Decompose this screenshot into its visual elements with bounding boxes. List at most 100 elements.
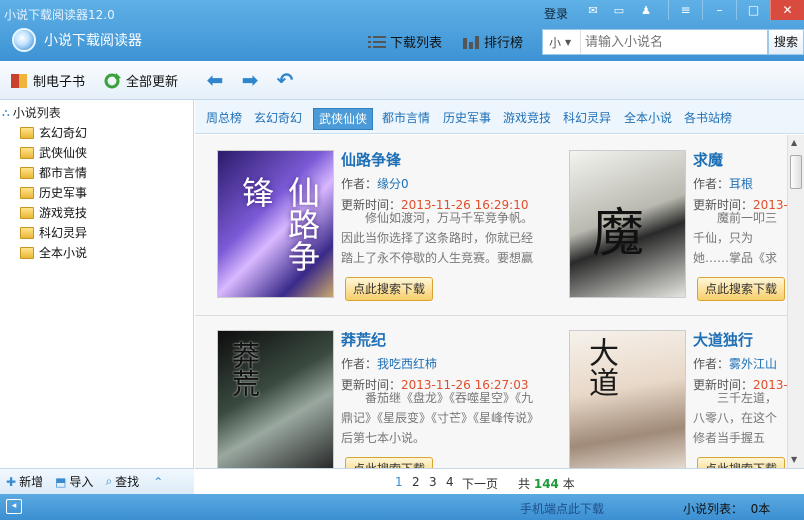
tab-kehuan[interactable]: 科幻灵异 xyxy=(558,108,616,130)
chat-icon[interactable]: ▭ xyxy=(612,5,626,16)
tree-item-lishi[interactable]: 历史军事 xyxy=(20,184,87,201)
page-1[interactable]: 1 xyxy=(395,475,403,489)
tree-item-label: 都市言情 xyxy=(39,166,88,180)
book-title[interactable]: 求魔 xyxy=(693,149,723,170)
cover-art: 仙路争锋 xyxy=(237,176,321,272)
search-button[interactable]: 搜索 xyxy=(768,29,804,55)
search-download-button[interactable]: 点此搜索下载 xyxy=(697,457,785,468)
tree-item-label: 游戏竞技 xyxy=(39,206,88,220)
book-author: 作者：缘分0 xyxy=(341,175,409,192)
panel-toggle-icon[interactable]: ◂ xyxy=(6,499,22,514)
forward-icon[interactable]: ➡ xyxy=(239,69,261,91)
book-author: 作者：雾外江山 xyxy=(693,355,777,372)
book-title[interactable]: 莽荒纪 xyxy=(341,329,386,350)
make-ebook-label: 制电子书 xyxy=(33,75,86,90)
tab-weekly[interactable]: 周总榜 xyxy=(201,108,247,130)
search-download-button[interactable]: 点此搜索下载 xyxy=(345,457,433,468)
book-card: 大道 大道独行 作者：雾外江山 更新时间：2013- 三千左道，八零八，在这个修… xyxy=(547,315,787,468)
maximize-icon[interactable]: □ xyxy=(736,0,770,20)
tree-item-label: 科幻灵异 xyxy=(39,226,88,240)
tab-site-ranking[interactable]: 各书站榜 xyxy=(679,108,737,130)
scroll-up-icon[interactable]: ▲ xyxy=(791,138,797,147)
ranking-button[interactable]: 排行榜 xyxy=(462,32,523,51)
book-cover[interactable]: 魔 xyxy=(569,150,686,298)
collapse-icon[interactable]: ⌃ xyxy=(153,475,166,489)
book-cover[interactable]: 莽荒 xyxy=(217,330,334,468)
find-button[interactable]: ⌕ 查找 xyxy=(105,473,139,490)
book-icon xyxy=(11,73,27,88)
total-count: 共 144 本 xyxy=(518,475,575,492)
double-chevron-up-icon: ⌃ xyxy=(153,474,164,489)
tree-item-kehuan[interactable]: 科幻灵异 xyxy=(20,224,87,241)
close-icon[interactable]: ✕ xyxy=(770,0,804,20)
logo-text: 小说下载阅读器 xyxy=(44,33,142,49)
import-button[interactable]: ⬒ 导入 xyxy=(55,473,93,490)
folder-icon xyxy=(20,146,34,159)
book-description: 修仙如渡河，万马千军竞争帆。因此当你选择了这条路时，你就已经踏上了永不停歇的人生… xyxy=(341,211,533,265)
bar-chart-icon xyxy=(463,35,479,49)
dropdown-arrow-icon: ▼ xyxy=(565,37,572,47)
scroll-down-icon[interactable]: ▼ xyxy=(791,455,797,464)
scroll-thumb[interactable] xyxy=(790,155,802,189)
author-label: 作者： xyxy=(693,177,730,191)
search-icon: ⌕ xyxy=(105,474,113,488)
list-icon xyxy=(368,35,386,48)
update-all-button[interactable]: 全部更新 xyxy=(103,71,178,90)
minimize-icon[interactable]: – xyxy=(702,0,736,20)
author-link[interactable]: 我吃西红柿 xyxy=(377,357,437,371)
tab-youxi[interactable]: 游戏竞技 xyxy=(498,108,556,130)
page-3[interactable]: 3 xyxy=(429,475,437,489)
download-list-label: 下载列表 xyxy=(390,36,443,51)
tab-xuanhuan[interactable]: 玄幻奇幻 xyxy=(249,108,307,130)
tree-item-youxi[interactable]: 游戏竞技 xyxy=(20,204,87,221)
add-label: 新增 xyxy=(19,475,44,489)
find-label: 查找 xyxy=(115,475,140,489)
book-description: 魔前一叩三千仙，只为她……掌品《求魔》 xyxy=(693,211,778,265)
tree-item-quanben[interactable]: 全本小说 xyxy=(20,244,87,261)
book-author: 作者：耳根 xyxy=(693,175,753,192)
search-input[interactable] xyxy=(581,34,761,50)
page-2[interactable]: 2 xyxy=(412,475,420,489)
home-icon[interactable]: ↶ xyxy=(274,69,296,91)
next-page-link[interactable]: 下一页 xyxy=(462,475,498,492)
mail-icon[interactable]: ✉ xyxy=(586,5,600,16)
tab-dushi[interactable]: 都市言情 xyxy=(377,108,435,130)
back-icon[interactable]: ⬅ xyxy=(204,69,226,91)
book-cover[interactable]: 仙路争锋 xyxy=(217,150,334,298)
author-link[interactable]: 缘分0 xyxy=(377,177,409,191)
menu-icon[interactable]: ≡ xyxy=(668,0,702,20)
app-logo: 小说下载阅读器 xyxy=(12,28,142,52)
main-panel: 周总榜 玄幻奇幻 武侠仙侠 都市言情 历史军事 游戏竞技 科幻灵异 全本小说 各… xyxy=(195,100,804,468)
tab-lishi[interactable]: 历史军事 xyxy=(438,108,496,130)
book-title[interactable]: 仙路争锋 xyxy=(341,149,401,170)
book-author: 作者：我吃西红柿 xyxy=(341,355,437,372)
book-cover[interactable]: 大道 xyxy=(569,330,686,468)
add-button[interactable]: ✚ 新增 xyxy=(6,473,43,490)
search-download-button[interactable]: 点此搜索下载 xyxy=(697,277,785,301)
page-4[interactable]: 4 xyxy=(446,475,454,489)
tab-quanben[interactable]: 全本小说 xyxy=(619,108,677,130)
tab-wuxia[interactable]: 武侠仙侠 xyxy=(313,108,374,130)
search-download-button[interactable]: 点此搜索下载 xyxy=(345,277,433,301)
vertical-scrollbar[interactable]: ▲ ▼ xyxy=(787,135,804,468)
tree-root[interactable]: ⛬ 小说列表 xyxy=(2,104,61,121)
book-title[interactable]: 大道独行 xyxy=(693,329,753,350)
app-title: 小说下载阅读器12.0 xyxy=(4,8,115,22)
novel-list-count: 小说列表： 0本 xyxy=(683,502,771,516)
tree-item-wuxia[interactable]: 武侠仙侠 xyxy=(20,144,87,161)
tree-item-xuanhuan[interactable]: 玄幻奇幻 xyxy=(20,124,87,141)
skin-icon[interactable]: ♟ xyxy=(639,5,653,16)
author-link[interactable]: 雾外江山 xyxy=(729,357,777,371)
toolbar: 制电子书 全部更新 ⬅ ➡ ↶ xyxy=(0,61,804,100)
author-link[interactable]: 耳根 xyxy=(729,177,753,191)
mobile-download-link[interactable]: 手机端点此下载 xyxy=(520,500,604,517)
book-card: 仙路争锋 仙路争锋 作者：缘分0 更新时间：2013-11-26 16:29:1… xyxy=(195,135,545,301)
logo-icon xyxy=(12,28,36,52)
make-ebook-button[interactable]: 制电子书 xyxy=(10,71,85,90)
download-list-button[interactable]: 下载列表 xyxy=(368,32,442,51)
category-tabs: 周总榜 玄幻奇幻 武侠仙侠 都市言情 历史军事 游戏竞技 科幻灵异 全本小说 各… xyxy=(195,100,804,134)
login-link[interactable]: 登录 xyxy=(544,5,568,22)
tree-item-dushi[interactable]: 都市言情 xyxy=(20,164,87,181)
search-type-select[interactable]: 小 ▼ xyxy=(543,30,581,54)
refresh-icon xyxy=(104,72,121,88)
